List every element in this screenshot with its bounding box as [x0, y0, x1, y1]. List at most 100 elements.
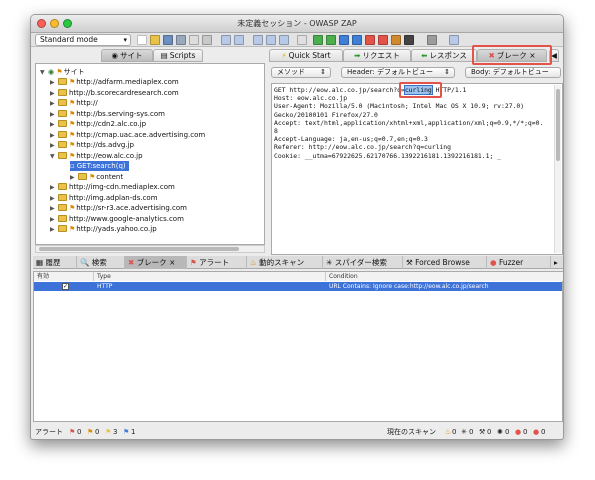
flag-icon: ⚑ — [69, 109, 76, 118]
folder-icon — [58, 193, 67, 201]
flag-icon: ⚑ — [69, 151, 76, 160]
step-icon[interactable] — [339, 35, 349, 45]
break-requests-icon[interactable] — [313, 35, 323, 45]
tab-response[interactable]: ⬅ レスポンス — [411, 49, 477, 62]
tree-root-sites[interactable]: ▼ ◉ ⚑サイト — [40, 67, 85, 77]
tree-site-item[interactable]: ▶ http://img-cdn.mediaplex.com — [50, 182, 175, 192]
collapsed-triangle-icon[interactable]: ▶ — [50, 215, 58, 225]
collapsed-triangle-icon[interactable]: ▶ — [50, 141, 58, 151]
tree-site-item[interactable]: ▶ ⚑http://adfarm.mediaplex.com — [50, 77, 179, 87]
scanner-icon[interactable] — [427, 35, 437, 45]
tab-history[interactable]: ▦ 履歴 — [33, 256, 77, 269]
tree-site-item[interactable]: ▶ ⚑http://sr-r3.ace.advertising.com — [50, 203, 187, 213]
collapsed-triangle-icon[interactable]: ▶ — [50, 183, 58, 193]
plugin-icon[interactable] — [449, 35, 459, 45]
tab-fuzzer[interactable]: ● Fuzzer — [487, 256, 551, 269]
header-view-select[interactable]: Header: デフォルトビュー ⇕ — [341, 67, 455, 78]
request-editor[interactable]: GET http://eow.alc.co.jp/search?q=curlin… — [271, 83, 563, 255]
tab-quick-start[interactable]: ⚡ Quick Start — [269, 49, 343, 62]
properties-icon[interactable] — [189, 35, 199, 45]
collapsed-triangle-icon[interactable]: ▶ — [50, 194, 58, 204]
folder-icon — [58, 120, 67, 127]
tab-scripts[interactable]: ▤ Scripts — [153, 49, 203, 62]
tree-site-item[interactable]: ▶ ⚑http:// — [50, 98, 98, 108]
collapsed-triangle-icon[interactable]: ▶ — [50, 120, 58, 130]
tab-spider-label: スパイダー検索 — [334, 258, 387, 267]
tree-item-label: http://ds.advg.jp — [76, 141, 134, 149]
script-icon: ▤ — [160, 51, 168, 60]
mode-select[interactable]: Standard mode ▾ — [35, 34, 131, 46]
tree-horizontal-scrollbar[interactable] — [35, 245, 265, 253]
request-scrollbar-thumb[interactable] — [556, 89, 560, 161]
new-session-icon[interactable] — [137, 35, 147, 45]
tab-sites[interactable]: ◉ サイト — [101, 49, 153, 62]
col-enabled-header[interactable]: 有効 — [34, 272, 94, 281]
ajax-spider-count: 0 — [505, 428, 510, 436]
filter-icon[interactable] — [297, 35, 307, 45]
request-scrollbar[interactable] — [554, 85, 561, 253]
search-icon: 🔍 — [80, 258, 90, 267]
more-tabs-right-button[interactable]: ▸ — [551, 256, 563, 269]
layout-4-icon[interactable] — [266, 35, 276, 45]
open-session-icon[interactable] — [150, 35, 160, 45]
tab-spider[interactable]: ✳ スパイダー検索 — [323, 256, 403, 269]
col-condition-header[interactable]: Condition — [326, 272, 563, 281]
collapsed-triangle-icon[interactable]: ▶ — [50, 78, 58, 88]
tree-site-item[interactable]: ▶ ⚑http://cdn2.alc.co.jp — [50, 119, 146, 129]
collapsed-triangle-icon[interactable]: ▶ — [50, 131, 58, 141]
tree-child-item[interactable]: ▶ ⚑content — [70, 172, 123, 182]
layout-3-icon[interactable] — [253, 35, 263, 45]
tab-active-scan[interactable]: ♨ 動的スキャン — [247, 256, 323, 269]
tree-site-item[interactable]: ▶ ⚑http://cmap.uac.ace.advertising.com — [50, 130, 205, 140]
tools-icon[interactable] — [391, 35, 401, 45]
body-view-label: Body: デフォルトビュー — [471, 68, 549, 76]
tree-item-label: http://yads.yahoo.co.jp — [76, 225, 157, 233]
close-icon[interactable]: × — [169, 258, 175, 267]
tree-item-label: http://www.google-analytics.com — [69, 214, 184, 223]
query-highlight-box — [399, 82, 442, 98]
collapsed-triangle-icon[interactable]: ▶ — [50, 110, 58, 120]
tree-site-item[interactable]: ▶ ⚑http://ds.advg.jp — [50, 140, 134, 150]
tree-site-item[interactable]: ▶ ⚑http://yads.yahoo.co.jp — [50, 224, 157, 234]
collapsed-triangle-icon[interactable]: ▶ — [50, 204, 58, 214]
tree-child-item[interactable]: ▫ GET:search(q) — [70, 161, 129, 171]
collapsed-triangle-icon[interactable]: ▶ — [50, 225, 58, 235]
table-row[interactable]: ✓ HTTP URL Contains: Ignore case:http://… — [34, 282, 562, 291]
options-icon[interactable] — [202, 35, 212, 45]
tree-site-item[interactable]: ▶ ⚑http://bs.serving-sys.com — [50, 109, 165, 119]
arrow-left-icon: ⬅ — [421, 51, 428, 60]
snapshot-icon[interactable] — [176, 35, 186, 45]
info-alert-flag-icon: ⚑ — [123, 428, 130, 436]
drop-icon[interactable] — [365, 35, 375, 45]
tab-request[interactable]: ➡ リクエスト — [343, 49, 411, 62]
layout-5-icon[interactable] — [279, 35, 289, 45]
enabled-checkbox[interactable]: ✓ — [62, 283, 69, 290]
layout-1-icon[interactable] — [221, 35, 231, 45]
tab-search[interactable]: 🔍 検索 — [77, 256, 125, 269]
tree-site-item[interactable]: ▶ http://b.scorecardresearch.com — [50, 88, 179, 98]
tree-item-label: http://img.adplan-ds.com — [69, 193, 158, 202]
tree-site-item[interactable]: ▶ http://www.google-analytics.com — [50, 214, 184, 224]
tab-break-list-label: ブレーク — [136, 258, 167, 267]
break-responses-icon[interactable] — [326, 35, 336, 45]
tab-alerts[interactable]: ⚑ アラート — [187, 256, 247, 269]
body-view-select[interactable]: Body: デフォルトビュー — [465, 67, 561, 78]
scrollbar-thumb[interactable] — [39, 247, 239, 251]
terminal-icon[interactable] — [404, 35, 414, 45]
tab-break-list[interactable]: ✖ ブレーク × — [125, 256, 187, 269]
tab-forced-browse[interactable]: ⚒ Forced Browse — [403, 256, 487, 269]
stop-icon[interactable] — [378, 35, 388, 45]
col-type-header[interactable]: Type — [94, 272, 326, 281]
tree-site-item[interactable]: ▶ http://img.adplan-ds.com — [50, 193, 158, 203]
method-select[interactable]: メソッド ⇕ — [271, 67, 331, 78]
save-session-icon[interactable] — [163, 35, 173, 45]
layout-2-icon[interactable] — [234, 35, 244, 45]
continue-icon[interactable] — [352, 35, 362, 45]
tab-quick-start-label: Quick Start — [288, 51, 331, 60]
bottom-tab-strip: ▦ 履歴 🔍 検索 ✖ ブレーク × ⚑ アラート ♨ 動的スキャン ✳ スパイ… — [33, 256, 563, 269]
tree-site-item[interactable]: ▼ ⚑http://eow.alc.co.jp — [50, 151, 143, 161]
collapsed-triangle-icon[interactable]: ▶ — [70, 173, 78, 183]
collapsed-triangle-icon[interactable]: ▶ — [50, 99, 58, 109]
collapsed-triangle-icon[interactable]: ▶ — [50, 89, 58, 99]
expanded-triangle-icon[interactable]: ▼ — [50, 152, 58, 162]
